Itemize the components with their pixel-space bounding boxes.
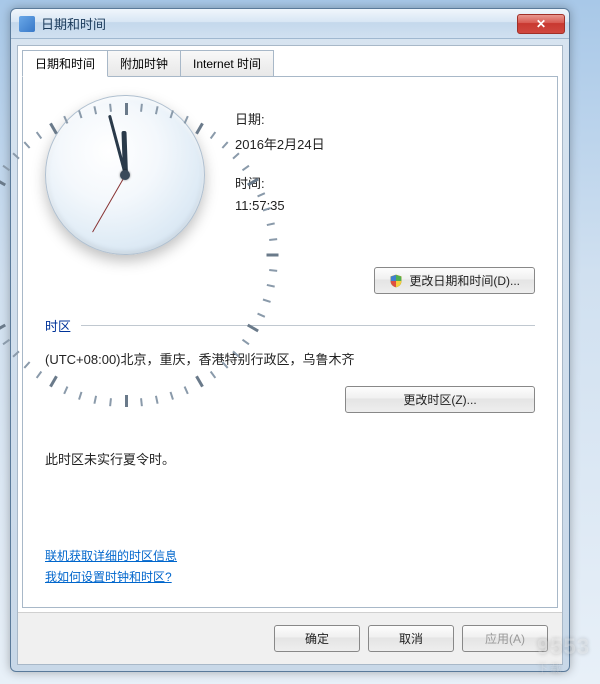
clock-tick	[263, 299, 271, 303]
titlebar[interactable]: 日期和时间 ✕	[11, 9, 569, 39]
app-icon	[19, 16, 35, 32]
link-timezone-info[interactable]: 联机获取详细的时区信息	[45, 547, 535, 564]
clock-tick	[210, 131, 216, 139]
clock-tick	[222, 141, 229, 148]
time-value: 11:57:35	[235, 198, 325, 213]
clock-tick	[12, 153, 19, 160]
timezone-header-label: 时区	[45, 316, 71, 335]
change-datetime-button[interactable]: 更改日期和时间(D)...	[374, 267, 535, 294]
datetime-row: 日期: 2016年2月24日 时间: 11:57:35	[45, 95, 535, 255]
change-timezone-button[interactable]: 更改时区(Z)...	[345, 386, 535, 413]
link-how-to-set[interactable]: 我如何设置时钟和时区?	[45, 568, 535, 585]
dst-note: 此时区未实行夏令时。	[45, 449, 535, 468]
clock-tick	[36, 371, 42, 379]
clock-tick	[125, 395, 128, 407]
date-value: 2016年2月24日	[235, 134, 325, 153]
analog-clock	[45, 95, 205, 255]
change-timezone-label: 更改时区(Z)...	[403, 391, 476, 408]
cancel-button[interactable]: 取消	[368, 625, 454, 652]
date-label: 日期:	[235, 109, 325, 128]
clock-tick	[12, 351, 19, 358]
clock-tick	[140, 104, 143, 112]
clock-tick	[242, 339, 250, 345]
datetime-info: 日期: 2016年2月24日 时间: 11:57:35	[235, 95, 325, 255]
clock-center	[120, 170, 130, 180]
clock-tick	[0, 178, 6, 187]
help-links: 联机获取详细的时区信息 我如何设置时钟和时区?	[45, 547, 535, 595]
tab-strip: 日期和时间 附加时钟 Internet 时间	[18, 46, 562, 77]
timezone-description: (UTC+08:00)北京，重庆，香港特别行政区，乌鲁木齐	[45, 349, 535, 368]
client-area: 日期和时间 附加时钟 Internet 时间 日期: 2	[17, 45, 563, 665]
clock-tick	[125, 103, 128, 115]
clock-tick	[49, 123, 58, 135]
clock-second-hand	[92, 175, 126, 233]
clock-face	[45, 95, 205, 255]
close-button[interactable]: ✕	[517, 14, 565, 34]
window-title: 日期和时间	[41, 14, 517, 33]
clock-tick	[2, 165, 10, 171]
dialog-footer: 确定 取消 应用(A)	[18, 612, 562, 664]
clock-tick	[109, 104, 112, 112]
shield-icon	[389, 274, 403, 288]
clock-tick	[170, 110, 174, 118]
clock-tick	[36, 131, 42, 139]
tab-internet-time[interactable]: Internet 时间	[180, 50, 274, 77]
divider	[81, 325, 535, 326]
change-datetime-label: 更改日期和时间(D)...	[409, 272, 520, 289]
timezone-header: 时区	[45, 316, 535, 335]
apply-button[interactable]: 应用(A)	[462, 625, 548, 652]
clock-tick	[24, 141, 31, 148]
clock-tick	[267, 254, 279, 257]
clock-tick	[184, 116, 189, 124]
ok-button[interactable]: 确定	[274, 625, 360, 652]
clock-tick	[0, 324, 6, 333]
clock-tick	[78, 110, 82, 118]
tab-additional-clocks[interactable]: 附加时钟	[107, 50, 181, 77]
clock-tick	[210, 371, 216, 379]
clock-tick	[195, 123, 204, 135]
dialog-window: 日期和时间 ✕ 日期和时间 附加时钟 Internet 时间	[10, 8, 570, 672]
clock-tick	[24, 361, 31, 368]
clock-tick	[155, 106, 159, 114]
tab-content: 日期: 2016年2月24日 时间: 11:57:35	[22, 77, 558, 608]
clock-tick	[2, 339, 10, 345]
clock-tick	[63, 116, 68, 124]
clock-tick	[93, 106, 97, 114]
tab-datetime[interactable]: 日期和时间	[22, 50, 108, 77]
